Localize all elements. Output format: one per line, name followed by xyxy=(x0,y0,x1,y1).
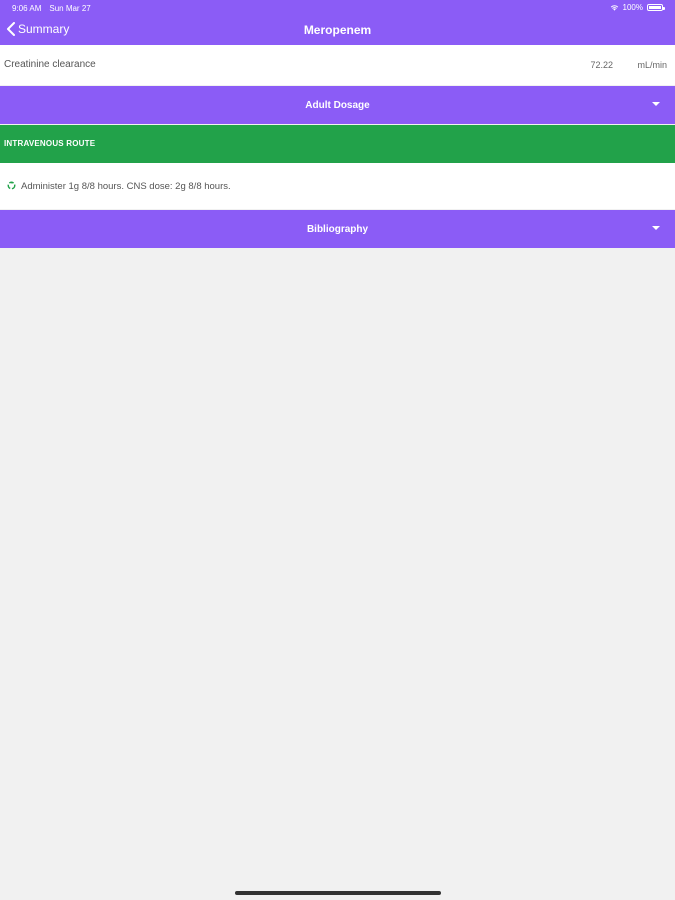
battery-percentage: 100% xyxy=(622,3,643,12)
status-time: 9:06 AM xyxy=(12,4,42,13)
dose-instruction-text: Administer 1g 8/8 hours. CNS dose: 2g 8/… xyxy=(21,181,231,192)
creatinine-clearance-unit: mL/min xyxy=(637,60,667,70)
route-title: INTRAVENOUS ROUTE xyxy=(4,139,96,148)
creatinine-clearance-label: Creatinine clearance xyxy=(4,59,96,70)
creatinine-clearance-row[interactable]: Creatinine clearance 72.22 mL/min xyxy=(0,45,675,85)
recycle-bullet-icon xyxy=(7,181,16,190)
chevron-down-icon xyxy=(652,102,660,106)
creatinine-clearance-value[interactable]: 72.22 xyxy=(590,60,613,70)
adult-dosage-title: Adult Dosage xyxy=(305,100,370,111)
page-title: Meropenem xyxy=(303,23,372,37)
bibliography-header[interactable]: Bibliography xyxy=(0,210,675,248)
chevron-down-icon xyxy=(652,226,660,230)
adult-dosage-header[interactable]: Adult Dosage xyxy=(0,86,675,124)
bibliography-title: Bibliography xyxy=(306,224,369,235)
status-date: Sun Mar 27 xyxy=(49,4,91,13)
dose-instruction-row: Administer 1g 8/8 hours. CNS dose: 2g 8/… xyxy=(0,163,675,209)
status-left: 9:06 AM Sun Mar 27 xyxy=(12,4,91,13)
navigation-bar: Summary Meropenem xyxy=(0,16,675,45)
status-right: 100% xyxy=(610,3,665,12)
wifi-icon xyxy=(610,5,618,11)
app-screen: 9:06 AM Sun Mar 27 100% Summary Meropene… xyxy=(0,0,675,900)
battery-icon xyxy=(647,4,665,11)
status-bar: 9:06 AM Sun Mar 27 100% xyxy=(0,0,675,16)
intravenous-route-header: INTRAVENOUS ROUTE xyxy=(0,125,675,163)
home-indicator[interactable] xyxy=(235,891,441,895)
